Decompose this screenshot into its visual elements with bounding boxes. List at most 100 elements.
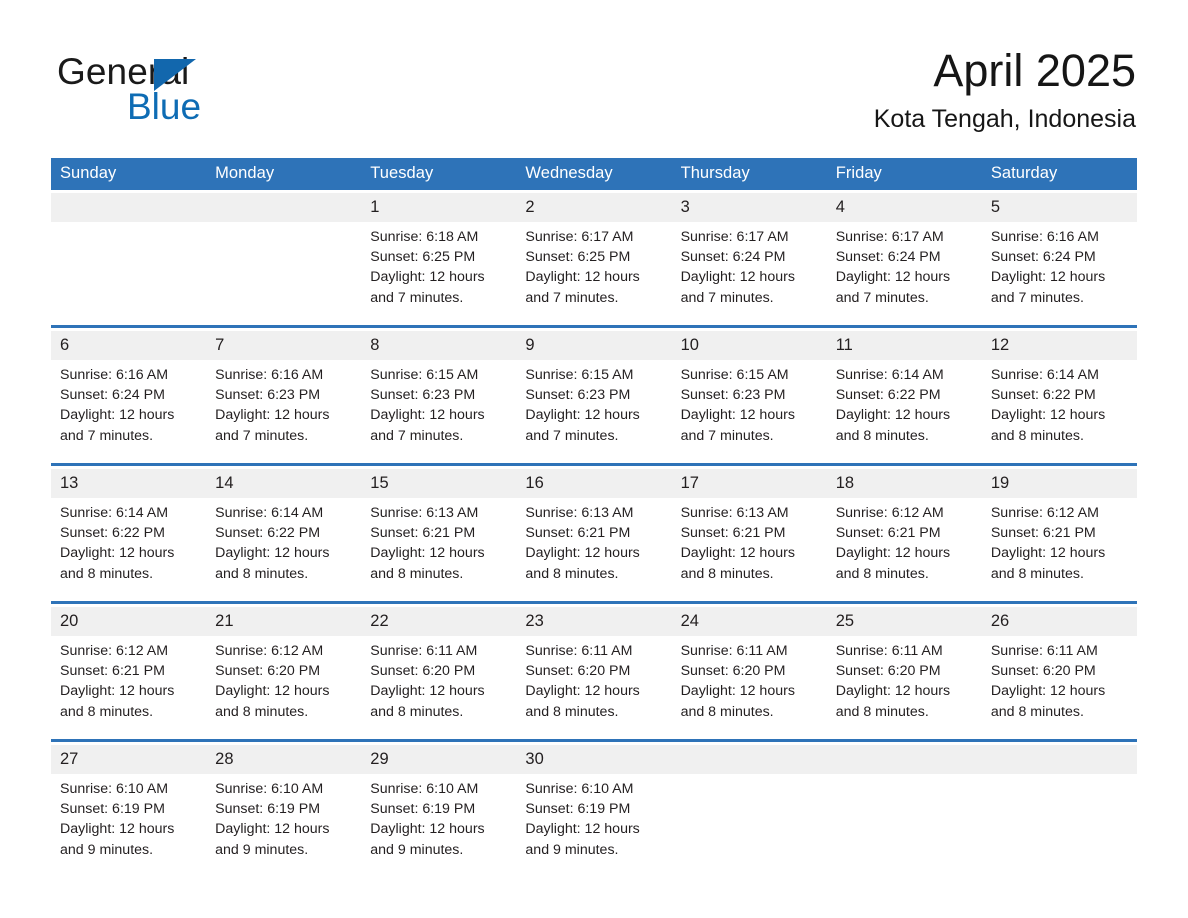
sunset-text: Sunset: 6:24 PM: [60, 387, 165, 404]
calendar-day-cell[interactable]: 25 Sunrise: 6:11 AM Sunset: 6:20 PM Dayligh…: [826, 601, 982, 741]
calendar-day-cell[interactable]: 29 Sunrise: 6:10 AM Sunset: 6:19 PM Dayligh…: [361, 739, 517, 877]
sunrise-text: Sunrise: 6:14 AM: [60, 505, 169, 521]
day-number: [51, 193, 207, 222]
calendar-day-cell[interactable]: 12 Sunrise: 6:14 AM Sunset: 6:22 PM Dayligh…: [981, 325, 1137, 465]
daylight-text: Daylight: 12 hours and 8 minutes.: [525, 683, 640, 720]
day-number: 3: [671, 193, 827, 222]
calendar-day-cell[interactable]: 11 Sunrise: 6:14 AM Sunset: 6:22 PM Dayligh…: [826, 325, 982, 465]
day-cell-inner: 17 Sunrise: 6:13 AM Sunset: 6:21 PM Dayligh…: [671, 466, 827, 601]
sunrise-text: Sunrise: 6:16 AM: [215, 367, 324, 383]
sunrise-text: Sunrise: 6:10 AM: [370, 781, 479, 797]
sunrise-text: Sunrise: 6:16 AM: [60, 367, 169, 383]
day-cell-inner: 10 Sunrise: 6:15 AM Sunset: 6:23 PM Dayligh…: [671, 328, 827, 463]
day-details: Sunrise: 6:18 AM Sunset: 6:25 PM Daylight:…: [361, 222, 516, 308]
sunrise-text: Sunrise: 6:12 AM: [60, 643, 169, 659]
day-number: [826, 745, 982, 774]
daylight-text: Daylight: 12 hours and 9 minutes.: [370, 821, 485, 858]
calendar-day-cell[interactable]: 23 Sunrise: 6:11 AM Sunset: 6:20 PM Dayligh…: [516, 601, 672, 741]
calendar-day-cell[interactable]: 26 Sunrise: 6:11 AM Sunset: 6:20 PM Dayligh…: [981, 601, 1137, 741]
day-number: 10: [671, 331, 827, 360]
calendar-day-cell[interactable]: 15 Sunrise: 6:13 AM Sunset: 6:21 PM Dayligh…: [361, 463, 517, 603]
weekday-header-tuesday: Tuesday: [361, 158, 517, 190]
day-number: 28: [206, 745, 362, 774]
calendar-day-cell[interactable]: 10 Sunrise: 6:15 AM Sunset: 6:23 PM Dayligh…: [671, 325, 827, 465]
calendar-day-cell[interactable]: 30 Sunrise: 6:10 AM Sunset: 6:19 PM Dayligh…: [516, 739, 672, 877]
calendar-day-cell[interactable]: 16 Sunrise: 6:13 AM Sunset: 6:21 PM Dayligh…: [516, 463, 672, 603]
day-cell-inner: 18 Sunrise: 6:12 AM Sunset: 6:21 PM Dayligh…: [826, 466, 982, 601]
calendar-day-cell[interactable]: 6 Sunrise: 6:16 AM Sunset: 6:24 PM Daylight…: [51, 325, 207, 465]
calendar-day-cell[interactable]: 3 Sunrise: 6:17 AM Sunset: 6:24 PM Daylight…: [671, 190, 827, 327]
sunrise-text: Sunrise: 6:11 AM: [525, 643, 633, 659]
calendar-day-cell[interactable]: 2 Sunrise: 6:17 AM Sunset: 6:25 PM Daylight…: [516, 190, 672, 327]
day-details: Sunrise: 6:17 AM Sunset: 6:24 PM Daylight:…: [672, 222, 827, 308]
day-cell-inner: 21 Sunrise: 6:12 AM Sunset: 6:20 PM Dayligh…: [206, 604, 362, 739]
daylight-text: Daylight: 12 hours and 8 minutes.: [835, 545, 951, 582]
daylight-text: Daylight: 12 hours and 8 minutes.: [60, 545, 175, 582]
day-cell-inner: 2 Sunrise: 6:17 AM Sunset: 6:25 PM Daylight…: [516, 190, 672, 325]
day-cell-inner: 22 Sunrise: 6:11 AM Sunset: 6:20 PM Dayligh…: [361, 604, 517, 739]
day-cell-inner: 26 Sunrise: 6:11 AM Sunset: 6:20 PM Dayligh…: [981, 604, 1137, 739]
daylight-text: Daylight: 12 hours and 7 minutes.: [370, 407, 485, 444]
daylight-text: Daylight: 12 hours and 8 minutes.: [835, 683, 951, 720]
calendar-day-cell[interactable]: 13 Sunrise: 6:14 AM Sunset: 6:22 PM Dayligh…: [51, 463, 207, 603]
day-number: 25: [826, 607, 982, 636]
weekday-header-saturday: Saturday: [981, 158, 1137, 190]
day-cell-inner: 1 Sunrise: 6:18 AM Sunset: 6:25 PM Daylight…: [361, 190, 517, 325]
calendar-day-cell[interactable]: 27 Sunrise: 6:10 AM Sunset: 6:19 PM Dayligh…: [51, 739, 207, 877]
calendar-day-cell[interactable]: 20 Sunrise: 6:12 AM Sunset: 6:21 PM Dayligh…: [51, 601, 207, 741]
day-number: 19: [981, 469, 1137, 498]
day-number: 16: [516, 469, 672, 498]
calendar-day-cell[interactable]: 7 Sunrise: 6:16 AM Sunset: 6:23 PM Daylight…: [206, 325, 362, 465]
calendar-day-cell[interactable]: 19 Sunrise: 6:12 AM Sunset: 6:21 PM Dayligh…: [981, 463, 1137, 603]
day-number: 6: [51, 331, 207, 360]
day-details: Sunrise: 6:16 AM Sunset: 6:24 PM Daylight:…: [51, 360, 206, 446]
daylight-text: Daylight: 12 hours and 8 minutes.: [525, 545, 640, 582]
daylight-text: Daylight: 12 hours and 7 minutes.: [525, 269, 640, 306]
day-cell-inner: 25 Sunrise: 6:11 AM Sunset: 6:20 PM Dayligh…: [826, 604, 982, 739]
day-number: [671, 745, 827, 774]
calendar-day-cell[interactable]: 24 Sunrise: 6:11 AM Sunset: 6:20 PM Dayligh…: [671, 601, 827, 741]
sunrise-text: Sunrise: 6:16 AM: [990, 229, 1099, 245]
sunrise-text: Sunrise: 6:12 AM: [835, 505, 944, 521]
sunset-text: Sunset: 6:20 PM: [835, 663, 941, 680]
daylight-text: Daylight: 12 hours and 8 minutes.: [680, 683, 795, 720]
calendar-day-cell[interactable]: 18 Sunrise: 6:12 AM Sunset: 6:21 PM Dayligh…: [826, 463, 982, 603]
location-subtitle: Kota Tengah, Indonesia: [873, 105, 1136, 133]
day-details: Sunrise: 6:11 AM Sunset: 6:20 PM Daylight:…: [672, 636, 827, 722]
calendar-day-cell[interactable]: 28 Sunrise: 6:10 AM Sunset: 6:19 PM Dayligh…: [206, 739, 362, 877]
calendar-day-cell[interactable]: 4 Sunrise: 6:17 AM Sunset: 6:24 PM Daylight…: [826, 190, 982, 327]
calendar-day-cell[interactable]: 1 Sunrise: 6:18 AM Sunset: 6:25 PM Daylight…: [361, 190, 517, 327]
sunrise-text: Sunrise: 6:17 AM: [525, 229, 634, 245]
calendar-day-cell-empty: [826, 739, 982, 877]
day-details: Sunrise: 6:10 AM Sunset: 6:19 PM Daylight:…: [51, 774, 206, 860]
sunrise-text: Sunrise: 6:10 AM: [215, 781, 324, 797]
day-cell-inner: 7 Sunrise: 6:16 AM Sunset: 6:23 PM Daylight…: [206, 328, 362, 463]
day-cell-inner: 8 Sunrise: 6:15 AM Sunset: 6:23 PM Daylight…: [361, 328, 517, 463]
day-details: Sunrise: 6:13 AM Sunset: 6:21 PM Daylight:…: [672, 498, 827, 584]
daylight-text: Daylight: 12 hours and 7 minutes.: [60, 407, 175, 444]
calendar-day-cell[interactable]: 22 Sunrise: 6:11 AM Sunset: 6:20 PM Dayligh…: [361, 601, 517, 741]
weekday-header-thursday: Thursday: [671, 158, 827, 190]
calendar-day-cell[interactable]: 5 Sunrise: 6:16 AM Sunset: 6:24 PM Daylight…: [981, 190, 1137, 327]
day-number: 15: [361, 469, 517, 498]
calendar-week-row: 13 Sunrise: 6:14 AM Sunset: 6:22 PM Dayligh…: [51, 463, 1137, 603]
sunset-text: Sunset: 6:20 PM: [215, 663, 321, 680]
day-details: Sunrise: 6:12 AM Sunset: 6:21 PM Daylight:…: [51, 636, 206, 722]
sunrise-text: Sunrise: 6:11 AM: [680, 643, 788, 659]
day-cell-inner: [51, 190, 207, 325]
calendar-header-row: Sunday Monday Tuesday Wednesday Thursday…: [51, 158, 1137, 190]
calendar-day-cell[interactable]: 8 Sunrise: 6:15 AM Sunset: 6:23 PM Daylight…: [361, 325, 517, 465]
day-number: 13: [51, 469, 207, 498]
calendar-day-cell[interactable]: 9 Sunrise: 6:15 AM Sunset: 6:23 PM Daylight…: [516, 325, 672, 465]
day-cell-inner: 15 Sunrise: 6:13 AM Sunset: 6:21 PM Dayligh…: [361, 466, 517, 601]
daylight-text: Daylight: 12 hours and 9 minutes.: [60, 821, 175, 858]
calendar-day-cell[interactable]: 14 Sunrise: 6:14 AM Sunset: 6:22 PM Dayligh…: [206, 463, 362, 603]
daylight-text: Daylight: 12 hours and 8 minutes.: [215, 545, 330, 582]
calendar-day-cell[interactable]: 21 Sunrise: 6:12 AM Sunset: 6:20 PM Dayligh…: [206, 601, 362, 741]
calendar-day-cell[interactable]: 17 Sunrise: 6:13 AM Sunset: 6:21 PM Dayligh…: [671, 463, 827, 603]
day-number: 18: [826, 469, 982, 498]
day-cell-inner: 14 Sunrise: 6:14 AM Sunset: 6:22 PM Dayligh…: [206, 466, 362, 601]
weekday-header-friday: Friday: [826, 158, 982, 190]
sunrise-text: Sunrise: 6:11 AM: [990, 643, 1098, 659]
day-number: 4: [826, 193, 982, 222]
